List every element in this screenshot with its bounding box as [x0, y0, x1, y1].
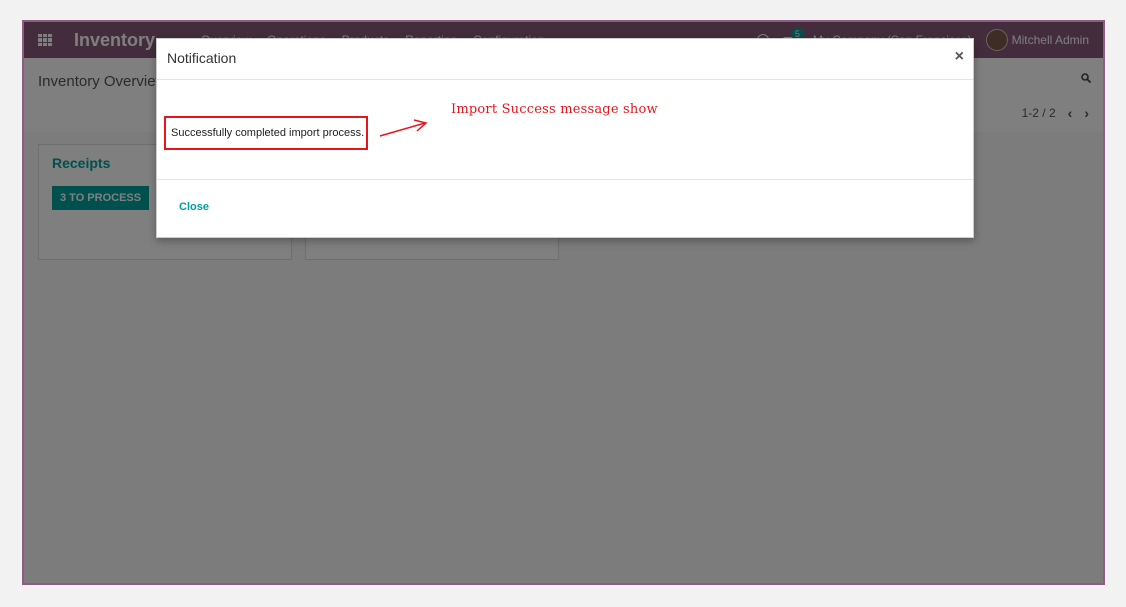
- notification-dialog: Notification × Successfully completed im…: [156, 38, 974, 238]
- dialog-header: Notification ×: [157, 39, 973, 80]
- app-frame: Inventory Overview Operations Products R…: [22, 20, 1105, 585]
- annotation-arrow-icon: [379, 119, 428, 137]
- success-message: Successfully completed import process.: [164, 116, 368, 150]
- odoo-app: Inventory Overview Operations Products R…: [24, 22, 1103, 583]
- dialog-footer: Close: [157, 180, 973, 238]
- dialog-body: Successfully completed import process. I…: [157, 80, 973, 180]
- dialog-title: Notification: [167, 50, 237, 66]
- close-button[interactable]: Close: [179, 201, 209, 213]
- close-icon[interactable]: ×: [955, 48, 964, 66]
- annotation-text: Import Success message show: [451, 102, 658, 117]
